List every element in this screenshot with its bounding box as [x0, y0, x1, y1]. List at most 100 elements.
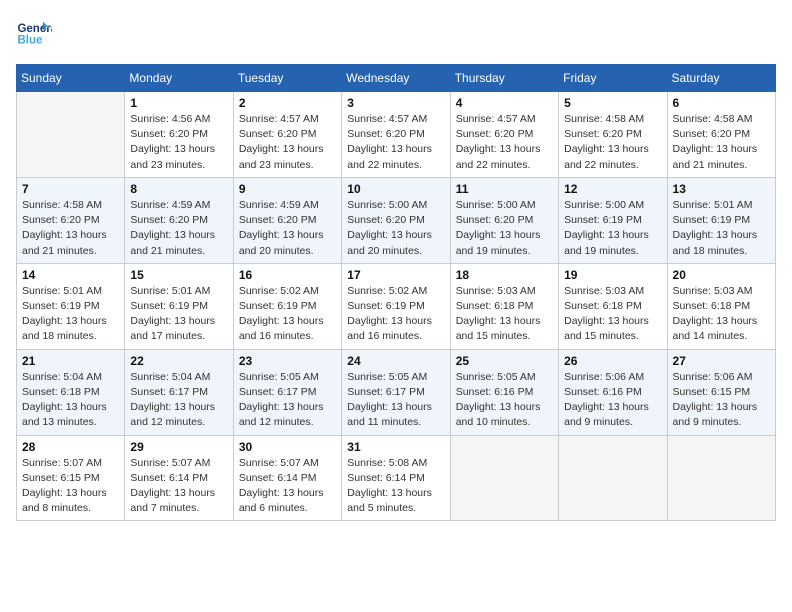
empty-cell	[559, 435, 667, 521]
day-number: 13	[673, 182, 770, 196]
day-cell-18: 18 Sunrise: 5:03 AMSunset: 6:18 PMDayligh…	[450, 263, 558, 349]
day-number: 2	[239, 96, 336, 110]
day-info: Sunrise: 4:57 AMSunset: 6:20 PMDaylight:…	[239, 112, 336, 173]
day-number: 7	[22, 182, 119, 196]
day-number: 12	[564, 182, 661, 196]
day-cell-22: 22 Sunrise: 5:04 AMSunset: 6:17 PMDayligh…	[125, 349, 233, 435]
day-number: 29	[130, 440, 227, 454]
day-number: 17	[347, 268, 444, 282]
day-cell-9: 9 Sunrise: 4:59 AMSunset: 6:20 PMDaylight…	[233, 177, 341, 263]
day-info: Sunrise: 5:05 AMSunset: 6:17 PMDaylight:…	[239, 370, 336, 431]
day-info: Sunrise: 5:07 AMSunset: 6:15 PMDaylight:…	[22, 456, 119, 517]
day-info: Sunrise: 4:56 AMSunset: 6:20 PMDaylight:…	[130, 112, 227, 173]
day-cell-10: 10Sunrise: 5:00 AMSunset: 6:20 PMDayligh…	[342, 177, 450, 263]
day-info: Sunrise: 5:01 AMSunset: 6:19 PMDaylight:…	[673, 198, 770, 259]
day-cell-4: 4Sunrise: 4:57 AMSunset: 6:20 PMDaylight…	[450, 92, 558, 178]
day-cell-30: 30 Sunrise: 5:07 AMSunset: 6:14 PMDayligh…	[233, 435, 341, 521]
day-cell-1: 1 Sunrise: 4:56 AMSunset: 6:20 PMDaylight…	[125, 92, 233, 178]
day-cell-14: 14 Sunrise: 5:01 AMSunset: 6:19 PMDayligh…	[17, 263, 125, 349]
col-header-monday: Monday	[125, 65, 233, 92]
day-cell-11: 11 Sunrise: 5:00 AMSunset: 6:20 PMDayligh…	[450, 177, 558, 263]
day-cell-8: 8 Sunrise: 4:59 AMSunset: 6:20 PMDaylight…	[125, 177, 233, 263]
day-info: Sunrise: 5:05 AMSunset: 6:17 PMDaylight:…	[347, 370, 444, 431]
day-number: 26	[564, 354, 661, 368]
day-info: Sunrise: 4:58 AMSunset: 6:20 PMDaylight:…	[564, 112, 661, 173]
day-info: Sunrise: 4:58 AMSunset: 6:20 PMDaylight:…	[22, 198, 119, 259]
day-number: 22	[130, 354, 227, 368]
empty-cell	[17, 92, 125, 178]
day-number: 20	[673, 268, 770, 282]
day-number: 14	[22, 268, 119, 282]
day-cell-23: 23 Sunrise: 5:05 AMSunset: 6:17 PMDayligh…	[233, 349, 341, 435]
day-number: 18	[456, 268, 553, 282]
day-info: Sunrise: 5:06 AMSunset: 6:15 PMDaylight:…	[673, 370, 770, 431]
day-info: Sunrise: 5:06 AMSunset: 6:16 PMDaylight:…	[564, 370, 661, 431]
day-cell-13: 13 Sunrise: 5:01 AMSunset: 6:19 PMDayligh…	[667, 177, 775, 263]
svg-text:General: General	[17, 23, 52, 35]
week-row-2: 7 Sunrise: 4:58 AMSunset: 6:20 PMDaylight…	[17, 177, 776, 263]
col-header-tuesday: Tuesday	[233, 65, 341, 92]
day-info: Sunrise: 5:03 AMSunset: 6:18 PMDaylight:…	[456, 284, 553, 345]
week-row-1: 1 Sunrise: 4:56 AMSunset: 6:20 PMDaylight…	[17, 92, 776, 178]
calendar-table: SundayMondayTuesdayWednesdayThursdayFrid…	[16, 64, 776, 521]
day-info: Sunrise: 4:57 AMSunset: 6:20 PMDaylight:…	[347, 112, 444, 173]
day-info: Sunrise: 5:04 AMSunset: 6:17 PMDaylight:…	[130, 370, 227, 431]
week-row-4: 21 Sunrise: 5:04 AMSunset: 6:18 PMDayligh…	[17, 349, 776, 435]
day-number: 21	[22, 354, 119, 368]
day-info: Sunrise: 5:02 AMSunset: 6:19 PMDaylight:…	[239, 284, 336, 345]
week-row-5: 28Sunrise: 5:07 AMSunset: 6:15 PMDayligh…	[17, 435, 776, 521]
day-number: 1	[130, 96, 227, 110]
day-cell-7: 7 Sunrise: 4:58 AMSunset: 6:20 PMDaylight…	[17, 177, 125, 263]
day-number: 15	[130, 268, 227, 282]
day-cell-3: 3 Sunrise: 4:57 AMSunset: 6:20 PMDaylight…	[342, 92, 450, 178]
day-info: Sunrise: 5:03 AMSunset: 6:18 PMDaylight:…	[673, 284, 770, 345]
day-info: Sunrise: 5:00 AMSunset: 6:20 PMDaylight:…	[347, 198, 444, 259]
day-info: Sunrise: 4:58 AMSunset: 6:20 PMDaylight:…	[673, 112, 770, 173]
day-number: 27	[673, 354, 770, 368]
day-cell-16: 16 Sunrise: 5:02 AMSunset: 6:19 PMDayligh…	[233, 263, 341, 349]
day-info: Sunrise: 4:59 AMSunset: 6:20 PMDaylight:…	[239, 198, 336, 259]
day-number: 5	[564, 96, 661, 110]
day-cell-21: 21 Sunrise: 5:04 AMSunset: 6:18 PMDayligh…	[17, 349, 125, 435]
day-cell-15: 15Sunrise: 5:01 AMSunset: 6:19 PMDayligh…	[125, 263, 233, 349]
day-number: 31	[347, 440, 444, 454]
day-info: Sunrise: 5:00 AMSunset: 6:19 PMDaylight:…	[564, 198, 661, 259]
day-number: 8	[130, 182, 227, 196]
col-header-thursday: Thursday	[450, 65, 558, 92]
col-header-sunday: Sunday	[17, 65, 125, 92]
day-number: 3	[347, 96, 444, 110]
day-number: 19	[564, 268, 661, 282]
empty-cell	[450, 435, 558, 521]
day-cell-25: 25Sunrise: 5:05 AMSunset: 6:16 PMDayligh…	[450, 349, 558, 435]
day-info: Sunrise: 5:01 AMSunset: 6:19 PMDaylight:…	[22, 284, 119, 345]
day-info: Sunrise: 5:04 AMSunset: 6:18 PMDaylight:…	[22, 370, 119, 431]
day-cell-5: 5 Sunrise: 4:58 AMSunset: 6:20 PMDaylight…	[559, 92, 667, 178]
day-cell-28: 28Sunrise: 5:07 AMSunset: 6:15 PMDayligh…	[17, 435, 125, 521]
day-cell-29: 29 Sunrise: 5:07 AMSunset: 6:14 PMDayligh…	[125, 435, 233, 521]
logo-icon: General Blue	[16, 16, 52, 52]
day-info: Sunrise: 5:03 AMSunset: 6:18 PMDaylight:…	[564, 284, 661, 345]
day-info: Sunrise: 5:07 AMSunset: 6:14 PMDaylight:…	[130, 456, 227, 517]
day-cell-24: 24Sunrise: 5:05 AMSunset: 6:17 PMDayligh…	[342, 349, 450, 435]
day-cell-2: 2 Sunrise: 4:57 AMSunset: 6:20 PMDaylight…	[233, 92, 341, 178]
svg-text:Blue: Blue	[17, 34, 43, 46]
day-number: 16	[239, 268, 336, 282]
day-cell-27: 27 Sunrise: 5:06 AMSunset: 6:15 PMDayligh…	[667, 349, 775, 435]
day-cell-6: 6 Sunrise: 4:58 AMSunset: 6:20 PMDaylight…	[667, 92, 775, 178]
page-header: General Blue	[16, 16, 776, 52]
day-info: Sunrise: 5:07 AMSunset: 6:14 PMDaylight:…	[239, 456, 336, 517]
empty-cell	[667, 435, 775, 521]
day-number: 11	[456, 182, 553, 196]
day-info: Sunrise: 5:00 AMSunset: 6:20 PMDaylight:…	[456, 198, 553, 259]
day-info: Sunrise: 4:59 AMSunset: 6:20 PMDaylight:…	[130, 198, 227, 259]
col-header-friday: Friday	[559, 65, 667, 92]
day-number: 23	[239, 354, 336, 368]
day-cell-26: 26 Sunrise: 5:06 AMSunset: 6:16 PMDayligh…	[559, 349, 667, 435]
day-cell-17: 17Sunrise: 5:02 AMSunset: 6:19 PMDayligh…	[342, 263, 450, 349]
day-number: 6	[673, 96, 770, 110]
day-cell-19: 19 Sunrise: 5:03 AMSunset: 6:18 PMDayligh…	[559, 263, 667, 349]
day-number: 30	[239, 440, 336, 454]
day-number: 9	[239, 182, 336, 196]
day-info: Sunrise: 5:08 AMSunset: 6:14 PMDaylight:…	[347, 456, 444, 517]
logo: General Blue	[16, 16, 52, 52]
